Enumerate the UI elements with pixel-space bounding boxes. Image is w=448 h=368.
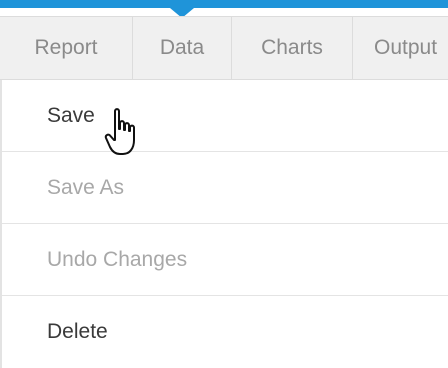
- hand-pointer-icon: [104, 108, 135, 155]
- tab-charts[interactable]: Charts: [232, 17, 352, 79]
- report-dropdown-menu: Save Save As Undo Changes Delete: [0, 80, 448, 368]
- tab-data[interactable]: Data: [133, 17, 231, 79]
- tab-output[interactable]: Output: [353, 17, 448, 79]
- tab-report[interactable]: Report: [0, 17, 132, 79]
- tab-bar: Report Data Charts Output: [0, 16, 448, 80]
- menu-item-delete[interactable]: Delete: [2, 296, 448, 368]
- app-frame: Report Data Charts Output Save Save As U…: [0, 0, 448, 368]
- menu-item-save[interactable]: Save: [2, 80, 448, 152]
- accent-bar: [0, 0, 448, 8]
- menu-item-save-as: Save As: [2, 152, 448, 224]
- menu-item-undo-changes: Undo Changes: [2, 224, 448, 296]
